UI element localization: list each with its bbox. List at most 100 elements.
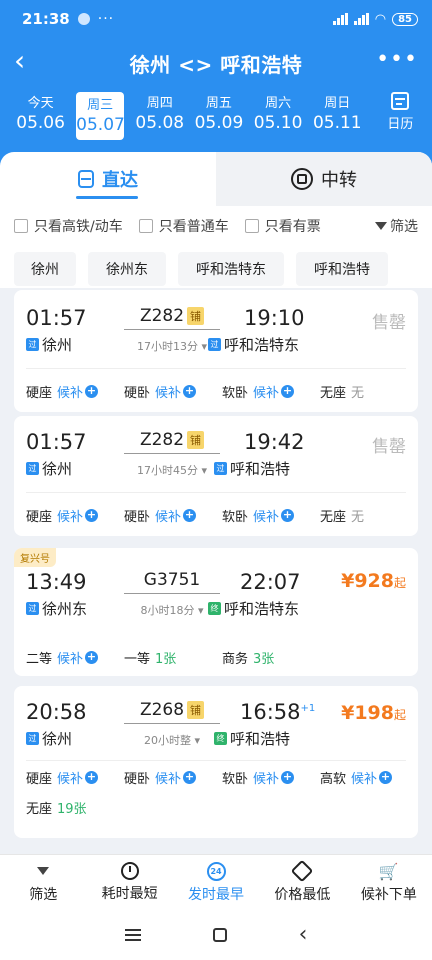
date-item[interactable]: 周六 05.10 <box>249 92 308 133</box>
date-day: 周五 <box>205 96 232 111</box>
from-station-name: 徐州 <box>42 460 73 478</box>
seat-info[interactable]: 硬座 候补 + <box>26 382 99 401</box>
seat-info[interactable]: 硬卧 候补 + <box>124 506 197 525</box>
train-number-text: G3751 <box>143 570 201 590</box>
to-station: 终呼和浩特 <box>214 728 290 749</box>
divider <box>124 329 220 330</box>
seat-type: 一等 <box>124 652 151 667</box>
station-chip[interactable]: 徐州东 <box>88 252 166 286</box>
duration-dropdown[interactable]: 8小时18分 <box>122 602 222 618</box>
to-station: 过呼和浩特 <box>214 458 290 479</box>
seat-value: 候补 <box>57 510 84 525</box>
station-chip[interactable]: 呼和浩特东 <box>178 252 284 286</box>
seat-info[interactable]: 软卧 候补 + <box>222 382 295 401</box>
sort-cheapest-button[interactable]: 价格最低 <box>259 855 345 910</box>
seat-info[interactable]: 二等 候补 + <box>26 648 99 667</box>
system-back-icon[interactable]: ‹ <box>299 924 308 946</box>
date-day: 周日 <box>324 96 351 111</box>
to-station-name: 呼和浩特 <box>230 730 291 748</box>
menu-icon[interactable] <box>124 929 141 941</box>
train-number: Z282 铺 <box>116 430 228 454</box>
date-value: 05.08 <box>135 113 185 133</box>
train-card[interactable]: 01:57 Z282铺 19:42 售罄 过徐州 17小时45分 过呼和浩特 硬… <box>14 416 418 536</box>
departure-time: 01:57 <box>26 306 87 330</box>
sort-earliest-label: 发时最早 <box>188 886 245 903</box>
station-chip[interactable]: 呼和浩特 <box>296 252 388 286</box>
seat-type: 软卧 <box>222 386 249 401</box>
seat-type: 二等 <box>26 652 53 667</box>
status-bar: 21:38 ··· ◠ 85 <box>0 0 432 38</box>
back-icon[interactable]: ‹ <box>14 47 42 76</box>
plus-icon: + <box>281 384 295 398</box>
date-item-selected[interactable]: 周三 05.07 <box>76 92 125 140</box>
tab-transfer[interactable]: 中转 <box>216 152 432 206</box>
normal-only-checkbox[interactable]: 只看普通车 <box>138 216 229 236</box>
seat-value: 候补 <box>351 772 378 787</box>
seat-info[interactable]: 硬座 候补 + <box>26 768 99 787</box>
date-item[interactable]: 周日 05.11 <box>308 92 367 133</box>
train-card[interactable]: 01:57 Z282铺 19:10 售罄 过徐州 17小时13分 过呼和浩特东 … <box>14 290 418 412</box>
wifi-icon: ◠ <box>374 11 387 27</box>
funnel-icon <box>33 861 53 881</box>
seat-info[interactable]: 无座 19张 <box>26 798 87 817</box>
plus-icon: + <box>85 770 99 784</box>
bottom-toolbar: 筛选 耗时最短 24 发时最早 价格最低 🛒 候补下单 <box>0 854 432 910</box>
to-station-name: 呼和浩特东 <box>224 600 300 618</box>
station-chip[interactable]: 徐州 <box>14 252 76 286</box>
arrival-time: 16:58+1 <box>240 700 315 724</box>
plus-icon: + <box>281 508 295 522</box>
seat-info[interactable]: 商务 3张 <box>222 648 274 667</box>
seat-info[interactable]: 一等 1张 <box>124 648 176 667</box>
date-selector: 今天 05.06 周三 05.07 周四 05.08 周五 05.09 周六 0… <box>0 88 432 148</box>
divider <box>26 760 406 761</box>
hsr-only-checkbox[interactable]: 只看高铁/动车 <box>14 216 123 236</box>
price-tag-icon <box>291 859 314 883</box>
train-number: Z282 铺 <box>116 306 228 330</box>
seat-info[interactable]: 软卧 候补 + <box>222 768 295 787</box>
home-icon[interactable] <box>212 928 227 942</box>
train-card[interactable]: 复兴号 13:49 G3751 22:07 ¥928起 过徐州东 8小时18分 … <box>14 548 418 676</box>
seat-value: 无 <box>351 510 365 525</box>
train-number-text: Z282 <box>139 306 185 326</box>
pass-badge: 过 <box>26 602 39 615</box>
sort-cheapest-label: 价格最低 <box>274 887 331 903</box>
pass-badge: 过 <box>26 732 39 745</box>
sort-earliest-button[interactable]: 24 发时最早 <box>173 855 259 910</box>
seat-value: 无 <box>351 386 365 401</box>
date-item[interactable]: 周四 05.08 <box>130 92 189 133</box>
arrival-time-text: 16:58 <box>240 700 301 724</box>
to-station: 过呼和浩特东 <box>208 334 299 355</box>
date-item[interactable]: 周五 05.09 <box>189 92 248 133</box>
seat-value: 候补 <box>155 510 182 525</box>
seat-info[interactable]: 软卧 候补 + <box>222 506 295 525</box>
price-suffix: 起 <box>393 576 406 590</box>
duration-dropdown[interactable]: 20小时整 <box>122 732 222 748</box>
seat-info[interactable]: 硬座 候补 + <box>26 506 99 525</box>
more-icon[interactable]: ••• <box>376 49 418 71</box>
calendar-button[interactable]: 日历 <box>369 92 432 132</box>
duration-dropdown[interactable]: 17小时13分 <box>122 338 222 354</box>
seat-info[interactable]: 硬卧 候补 + <box>124 768 197 787</box>
filter-button[interactable]: 筛选 <box>375 216 418 236</box>
seat-type: 高软 <box>320 772 347 787</box>
date-day: 周四 <box>146 96 173 111</box>
plus-icon: + <box>183 770 197 784</box>
divider <box>124 593 220 594</box>
train-card[interactable]: 20:58 Z268铺 16:58+1 ¥198起 过徐州 20小时整 终呼和浩… <box>14 686 418 838</box>
calendar-icon <box>391 92 410 110</box>
bottom-filter-button[interactable]: 筛选 <box>0 855 86 910</box>
sort-shortest-button[interactable]: 耗时最短 <box>86 855 172 910</box>
departure-time: 13:49 <box>26 570 87 594</box>
battery-icon: 85 <box>392 12 418 26</box>
price-value: ¥928 <box>341 570 394 592</box>
from-station: 过徐州 <box>26 458 72 479</box>
duration-dropdown[interactable]: 17小时45分 <box>122 462 222 478</box>
train-number-text: Z282 <box>139 430 185 450</box>
divider <box>26 492 406 493</box>
waitlist-order-button[interactable]: 🛒 候补下单 <box>346 855 432 910</box>
seat-info[interactable]: 高软 候补 + <box>320 768 393 787</box>
date-item[interactable]: 今天 05.06 <box>11 92 70 133</box>
seat-info[interactable]: 硬卧 候补 + <box>124 382 197 401</box>
24h-icon: 24 <box>206 861 226 881</box>
available-only-checkbox[interactable]: 只看有票 <box>244 216 321 236</box>
